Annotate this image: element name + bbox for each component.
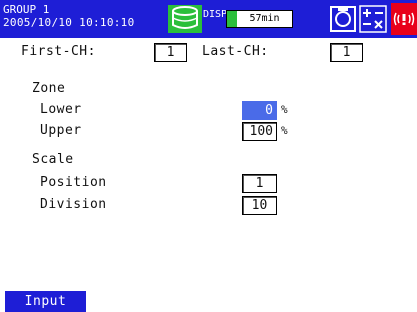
scale-division-label: Division: [40, 197, 107, 212]
scale-position-field[interactable]: 1: [242, 174, 277, 193]
disp-value: 57min: [249, 13, 280, 24]
database-icon: [168, 5, 202, 33]
key-lock-icon: [359, 5, 387, 33]
first-ch-label: First-CH:: [21, 44, 96, 59]
scale-heading: Scale: [32, 152, 74, 167]
memory-card-icon: [330, 6, 356, 32]
status-bar: GROUP 1 2005/10/10 10:10:10 DISP 57min: [0, 0, 417, 38]
first-ch-field[interactable]: 1: [154, 43, 187, 62]
alarm-icon: [391, 3, 417, 35]
zone-upper-field[interactable]: 100: [242, 122, 277, 141]
zone-heading: Zone: [32, 81, 66, 96]
datetime: 2005/10/10 10:10:10: [3, 16, 135, 29]
last-ch-field[interactable]: 1: [330, 43, 363, 62]
zone-lower-field[interactable]: 0: [242, 101, 277, 120]
zone-lower-unit: %: [281, 103, 288, 116]
disp-remaining-indicator: 57min: [226, 10, 293, 28]
last-ch-label: Last-CH:: [202, 44, 269, 59]
zone-upper-label: Upper: [40, 123, 82, 138]
input-button[interactable]: Input: [5, 291, 86, 312]
scale-position-label: Position: [40, 175, 107, 190]
zone-upper-unit: %: [281, 124, 288, 137]
scale-division-field[interactable]: 10: [242, 196, 277, 215]
group-name: GROUP 1: [3, 3, 50, 16]
zone-lower-label: Lower: [40, 102, 82, 117]
disp-label: DISP: [203, 9, 228, 20]
disp-level-bar: [227, 11, 237, 27]
